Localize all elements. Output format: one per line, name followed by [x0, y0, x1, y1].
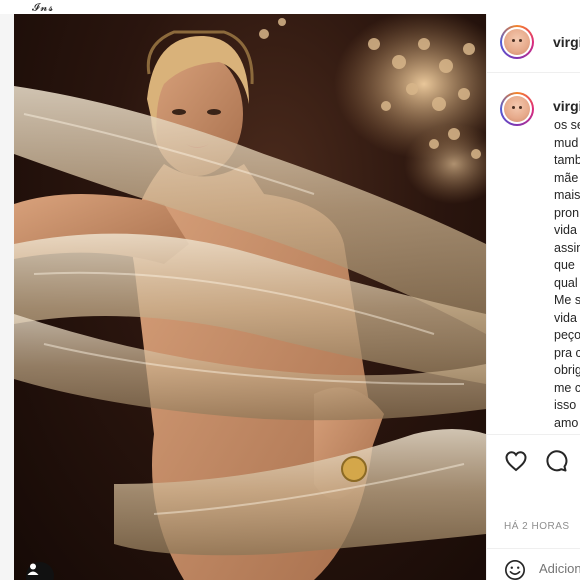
caption-line: os se — [554, 118, 580, 132]
caption-line: obrig — [554, 363, 580, 377]
caption-line: tamb — [554, 153, 580, 167]
caption-line: pra c — [554, 345, 580, 360]
caption-line: vida — [554, 310, 577, 325]
post-side-panel: virginia virginia os se mud tamb mãe mais pro… — [486, 14, 580, 580]
comment-input[interactable] — [539, 561, 580, 576]
caption-line: mais — [554, 188, 580, 202]
caption-avatar[interactable] — [500, 92, 534, 126]
caption-username[interactable]: virginia — [553, 98, 580, 114]
caption-line: mud — [554, 135, 579, 150]
caption-line: vida — [554, 223, 577, 237]
avatar[interactable] — [500, 25, 534, 59]
caption-line: peço — [554, 328, 580, 342]
caption-line: que — [554, 258, 575, 272]
caption-line: me c — [554, 380, 580, 395]
caption-avatar-face — [504, 96, 530, 122]
post-actions: HÁ 2 HORAS — [487, 434, 580, 565]
post-header: virginia — [487, 14, 580, 73]
post-photo[interactable] — [14, 14, 486, 580]
post-timestamp[interactable]: HÁ 2 HORAS — [504, 521, 570, 532]
comment-icon[interactable] — [544, 449, 568, 473]
heart-icon[interactable] — [504, 449, 528, 473]
caption-text: os se mud tamb mãe mais pron vida assin que qual M… — [554, 117, 580, 432]
comment-bar — [487, 548, 580, 580]
caption-line: amo — [554, 415, 579, 430]
post-photo-art — [14, 14, 486, 580]
caption-line: qual — [554, 275, 578, 290]
caption-line: mãe — [554, 170, 579, 185]
caption-line: Me s — [554, 293, 580, 307]
caption-line: pron — [554, 205, 580, 220]
emoji-icon[interactable] — [504, 559, 526, 580]
page-top-strip: 𝓘𝓷𝓼 — [0, 0, 580, 14]
caption-line: isso — [554, 398, 577, 412]
avatar-face — [504, 29, 530, 55]
caption-line: assin — [554, 240, 580, 255]
post-author-username[interactable]: virginia — [553, 34, 580, 50]
